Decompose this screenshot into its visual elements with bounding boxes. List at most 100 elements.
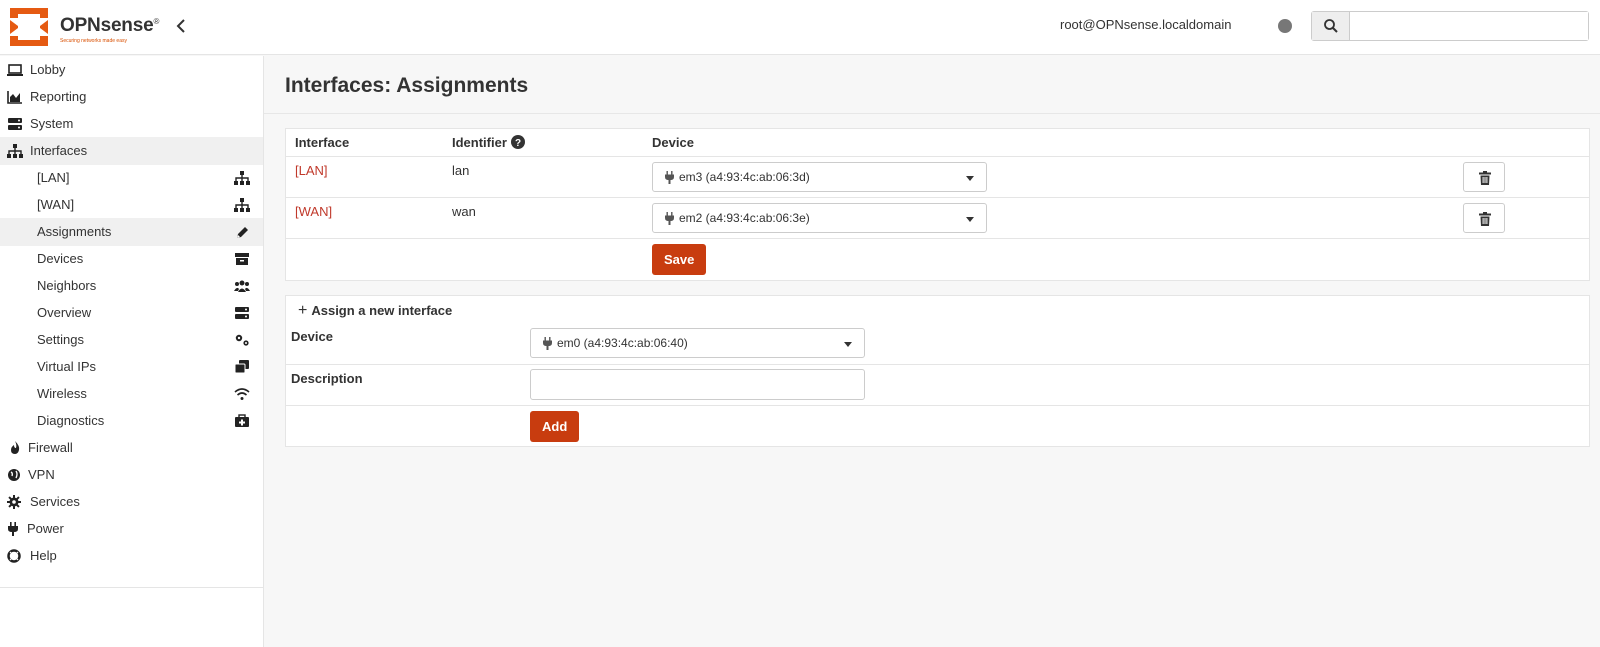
search-input[interactable] — [1350, 12, 1588, 40]
interface-link-wan[interactable]: [WAN] — [295, 204, 332, 219]
pencil-icon — [237, 227, 248, 238]
sidebar-subitem-overview[interactable]: Overview — [0, 299, 263, 327]
chevron-down-icon — [966, 176, 974, 181]
assign-new-interface-label: Assign a new interface — [311, 303, 453, 318]
add-button[interactable]: Add — [530, 411, 579, 442]
chevron-down-icon — [844, 342, 852, 347]
sidebar-item-label: Lobby — [30, 62, 66, 77]
save-button[interactable]: Save — [652, 244, 706, 275]
archive-icon — [235, 253, 249, 265]
new-device-select[interactable]: em0 (a4:93:4c:ab:06:40) — [530, 328, 865, 358]
cogs-icon — [235, 334, 249, 346]
sidebar-subitem-neighbors[interactable]: Neighbors — [0, 272, 263, 300]
plug-icon — [665, 171, 674, 184]
sidebar-subitem-label: Wireless — [37, 386, 87, 401]
row-divider — [286, 197, 1589, 198]
fire-icon — [11, 441, 20, 454]
help-icon[interactable]: ? — [510, 135, 525, 149]
cog-icon — [7, 495, 21, 509]
sidebar-subitem-label: Diagnostics — [37, 413, 105, 428]
users-icon — [234, 280, 250, 292]
sidebar-item-lobby[interactable]: Lobby — [0, 56, 263, 84]
chevron-left-icon — [176, 19, 185, 33]
sitemap-icon — [7, 144, 23, 158]
sidebar-subitem-lan[interactable]: [LAN] — [0, 164, 263, 192]
delete-wan-button[interactable] — [1463, 203, 1505, 233]
sidebar-item-label: System — [30, 116, 74, 131]
svg-text:?: ? — [514, 138, 520, 149]
row-divider — [286, 156, 1589, 157]
sidebar-item-system[interactable]: System — [0, 110, 263, 138]
sidebar-item-label: VPN — [28, 467, 55, 482]
plus-icon: + — [298, 302, 308, 319]
laptop-icon — [7, 64, 23, 76]
sidebar-subitem-label: [LAN] — [37, 170, 70, 185]
top-bar: OPNsense® Securing networks made easy ro… — [0, 0, 1600, 55]
user-menu[interactable]: root@OPNsense.localdomain — [1060, 17, 1231, 32]
device-select-lan[interactable]: em3 (a4:93:4c:ab:06:3d) — [652, 162, 987, 192]
description-input[interactable] — [530, 369, 865, 400]
trash-icon — [1479, 171, 1491, 185]
row-divider — [286, 364, 1589, 365]
row-divider — [286, 238, 1589, 239]
collapse-sidebar-button[interactable] — [172, 14, 190, 38]
status-icon[interactable] — [1278, 19, 1292, 33]
sitemap-icon — [234, 171, 250, 185]
sidebar-item-label: Firewall — [28, 440, 73, 455]
registered-mark: ® — [153, 17, 160, 26]
sidebar-item-interfaces[interactable]: Interfaces — [0, 137, 263, 165]
sidebar-subitem-label: Settings — [37, 332, 84, 347]
sidebar-item-reporting[interactable]: Reporting — [0, 83, 263, 111]
assign-new-interface-heading: + Assign a new interface — [298, 302, 452, 320]
sidebar-subitem-virtual-ips[interactable]: Virtual IPs — [0, 353, 263, 381]
sidebar-item-label: Help — [30, 548, 57, 563]
column-header-device: Device — [652, 135, 694, 150]
column-header-identifier: Identifier ? — [452, 135, 525, 150]
search-button[interactable] — [1312, 12, 1350, 40]
sidebar-subitem-label: Overview — [37, 305, 92, 320]
sidebar-subitem-label: Assignments — [37, 224, 112, 239]
sidebar-subitem-label: Devices — [37, 251, 84, 266]
delete-lan-button[interactable] — [1463, 162, 1505, 192]
sidebar: Lobby Reporting System Interfaces [LAN] … — [0, 56, 264, 647]
sidebar-item-firewall[interactable]: Firewall — [0, 434, 263, 462]
device-label: Device — [291, 329, 333, 344]
sidebar-item-label: Services — [30, 494, 80, 509]
device-select-lan-value: em3 (a4:93:4c:ab:06:3d) — [679, 170, 810, 184]
sidebar-item-services[interactable]: Services — [0, 488, 263, 516]
title-divider — [264, 113, 1600, 114]
plug-icon — [8, 522, 18, 536]
sidebar-subitem-label: [WAN] — [37, 197, 75, 212]
server-icon — [235, 307, 249, 319]
identifier-lan: lan — [452, 163, 470, 178]
opnsense-logo[interactable]: OPNsense® Securing networks made easy — [6, 4, 182, 50]
sidebar-subitem-assignments[interactable]: Assignments — [0, 218, 263, 246]
description-label: Description — [291, 371, 363, 386]
chevron-down-icon — [966, 217, 974, 222]
sidebar-item-label: Power — [27, 521, 64, 536]
area-chart-icon — [7, 91, 22, 104]
medkit-icon — [235, 414, 249, 427]
clone-icon — [234, 360, 249, 374]
identifier-wan: wan — [452, 204, 476, 219]
trash-icon — [1479, 212, 1491, 226]
sidebar-subitem-wireless[interactable]: Wireless — [0, 380, 263, 408]
device-select-wan[interactable]: em2 (a4:93:4c:ab:06:3e) — [652, 203, 987, 233]
sidebar-subitem-diagnostics[interactable]: Diagnostics — [0, 407, 263, 435]
sidebar-divider — [0, 587, 263, 588]
sidebar-item-label: Reporting — [30, 89, 87, 104]
interface-link-lan[interactable]: [LAN] — [295, 163, 328, 178]
column-header-identifier-label: Identifier — [452, 135, 507, 150]
sidebar-subitem-devices[interactable]: Devices — [0, 245, 263, 273]
sidebar-item-vpn[interactable]: VPN — [0, 461, 263, 489]
globe-icon — [8, 469, 20, 481]
device-select-wan-value: em2 (a4:93:4c:ab:06:3e) — [679, 211, 810, 225]
sidebar-item-help[interactable]: Help — [0, 542, 263, 570]
sidebar-subitem-settings[interactable]: Settings — [0, 326, 263, 354]
sidebar-item-power[interactable]: Power — [0, 515, 263, 543]
assign-new-interface-panel: + Assign a new interface Device em0 (a4:9… — [285, 295, 1590, 447]
sidebar-subitem-wan[interactable]: [WAN] — [0, 191, 263, 219]
sidebar-subitem-label: Neighbors — [37, 278, 97, 293]
plug-icon — [665, 212, 674, 225]
sidebar-subitem-label: Virtual IPs — [37, 359, 97, 374]
